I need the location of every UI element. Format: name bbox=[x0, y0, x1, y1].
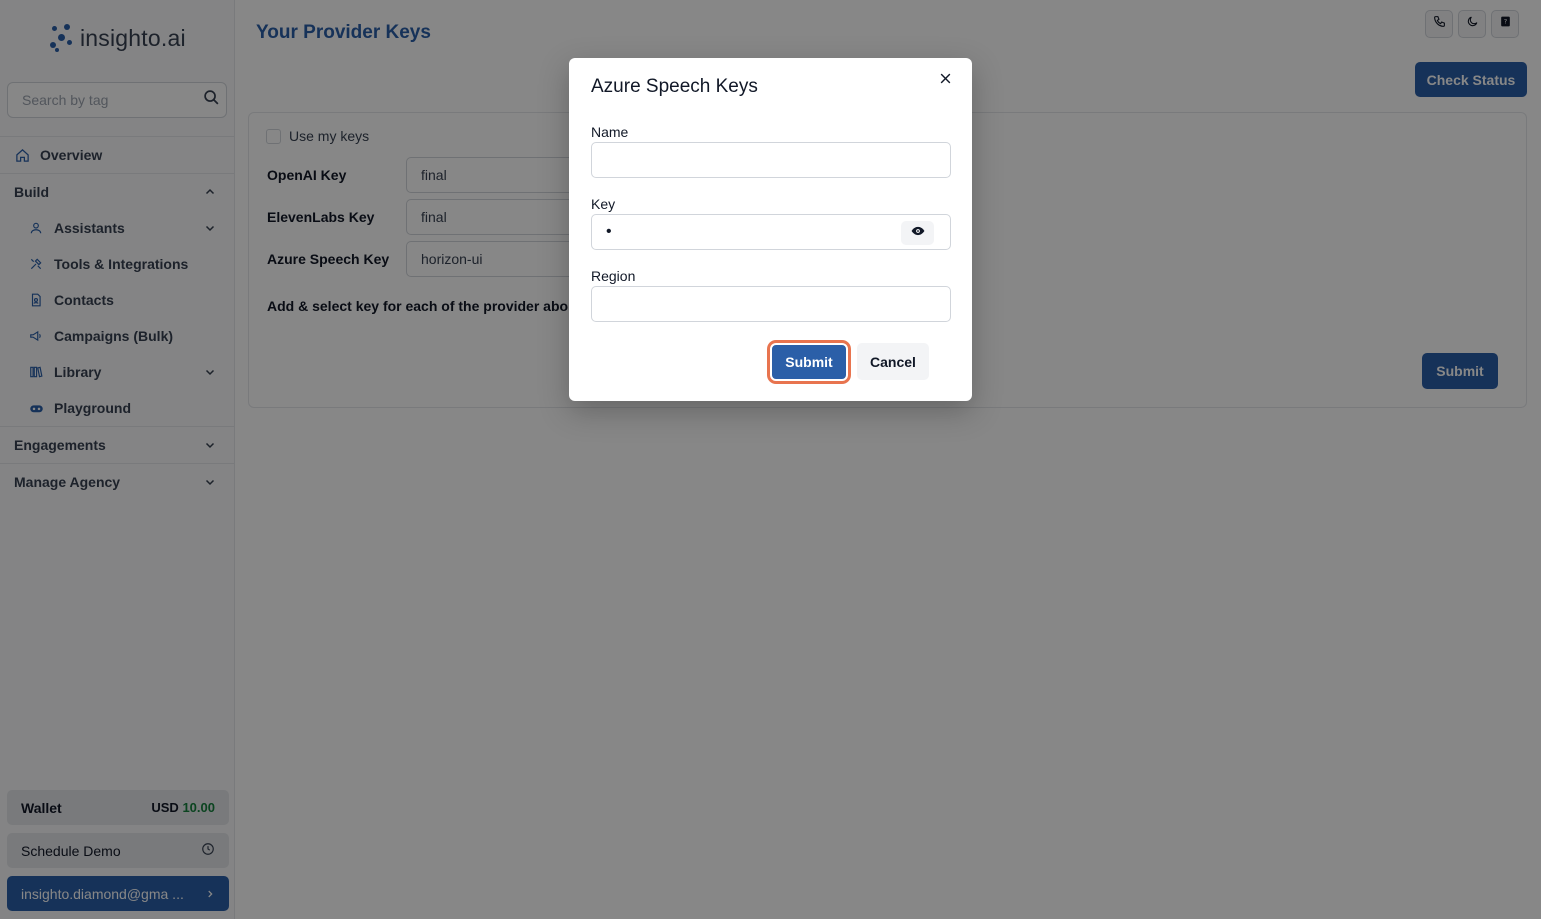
key-input[interactable] bbox=[592, 215, 950, 249]
name-input[interactable] bbox=[592, 143, 950, 177]
region-label: Region bbox=[591, 268, 636, 284]
modal-title: Azure Speech Keys bbox=[591, 76, 758, 97]
azure-speech-keys-modal: Azure Speech Keys Name Key Region Submit… bbox=[569, 58, 972, 401]
key-label: Key bbox=[591, 196, 616, 212]
modal-cancel-button[interactable]: Cancel bbox=[857, 343, 929, 380]
close-icon bbox=[939, 72, 952, 90]
close-button[interactable] bbox=[936, 72, 954, 90]
modal-submit-button[interactable]: Submit bbox=[770, 343, 848, 381]
region-field bbox=[591, 286, 951, 322]
name-label: Name bbox=[591, 124, 629, 140]
region-input[interactable] bbox=[592, 287, 950, 321]
toggle-visibility-button[interactable] bbox=[901, 221, 934, 245]
name-field bbox=[591, 142, 951, 178]
eye-icon bbox=[911, 224, 925, 243]
key-field bbox=[591, 214, 951, 250]
